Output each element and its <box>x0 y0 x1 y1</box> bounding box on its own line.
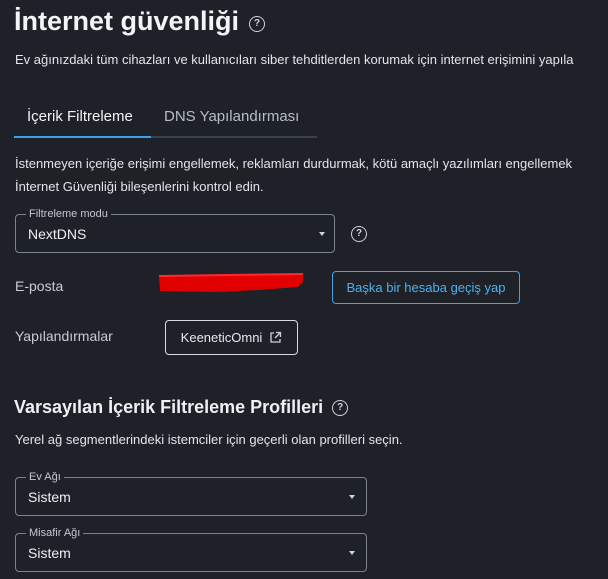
home-network-label: Ev Ağı <box>26 471 64 483</box>
tab-content-filtering[interactable]: İçerik Filtreleme <box>27 108 133 125</box>
filter-intro-line-1: İstenmeyen içeriğe erişimi engellemek, r… <box>15 156 573 171</box>
home-network-value: Sistem <box>28 489 71 505</box>
guest-network-label: Misafir Ağı <box>26 527 84 539</box>
configuration-link-button[interactable]: KeeneticOmni <box>165 320 298 355</box>
redacted-email <box>158 273 304 292</box>
tab-bar: İçerik Filtreleme DNS Yapılandırması <box>14 96 317 138</box>
external-link-icon <box>270 331 282 343</box>
home-network-profile-select[interactable]: Ev Ağı Sistem <box>15 471 367 516</box>
page-title-text: İnternet güvenliği <box>14 6 240 36</box>
default-profiles-title-text: Varsayılan İçerik Filtreleme Profilleri <box>14 397 324 417</box>
default-profiles-title: Varsayılan İçerik Filtreleme Profilleri … <box>14 397 349 418</box>
caret-down-icon <box>349 495 355 499</box>
filter-mode-select[interactable]: Filtreleme modu NextDNS <box>15 208 335 253</box>
guest-network-value: Sistem <box>28 545 71 561</box>
active-tab-indicator <box>14 136 151 138</box>
caret-down-icon <box>349 551 355 555</box>
default-profiles-description: Yerel ağ segmentlerindeki istemciler içi… <box>15 432 403 447</box>
page-description: Ev ağınızdaki tüm cihazları ve kullanıcı… <box>15 52 574 67</box>
filter-mode-label: Filtreleme modu <box>26 208 111 220</box>
default-profiles-help-icon[interactable]: ? <box>332 399 349 416</box>
filter-intro-line-2: İnternet Güvenliği bileşenlerini kontrol… <box>15 179 264 194</box>
configuration-name: KeeneticOmni <box>180 330 263 345</box>
email-label: E-posta <box>15 278 64 294</box>
caret-down-icon <box>319 232 325 236</box>
guest-network-profile-select[interactable]: Misafir Ağı Sistem <box>15 527 367 572</box>
configurations-label: Yapılandırmalar <box>15 328 113 344</box>
switch-account-button[interactable]: Başka bir hesaba geçiş yap <box>332 271 520 304</box>
filter-mode-value: NextDNS <box>28 226 87 242</box>
help-icon[interactable]: ? <box>249 15 266 32</box>
tab-dns-configuration[interactable]: DNS Yapılandırması <box>164 108 299 125</box>
filter-mode-help-icon[interactable]: ? <box>351 226 367 242</box>
page-title: İnternet güvenliği ? <box>14 6 266 37</box>
